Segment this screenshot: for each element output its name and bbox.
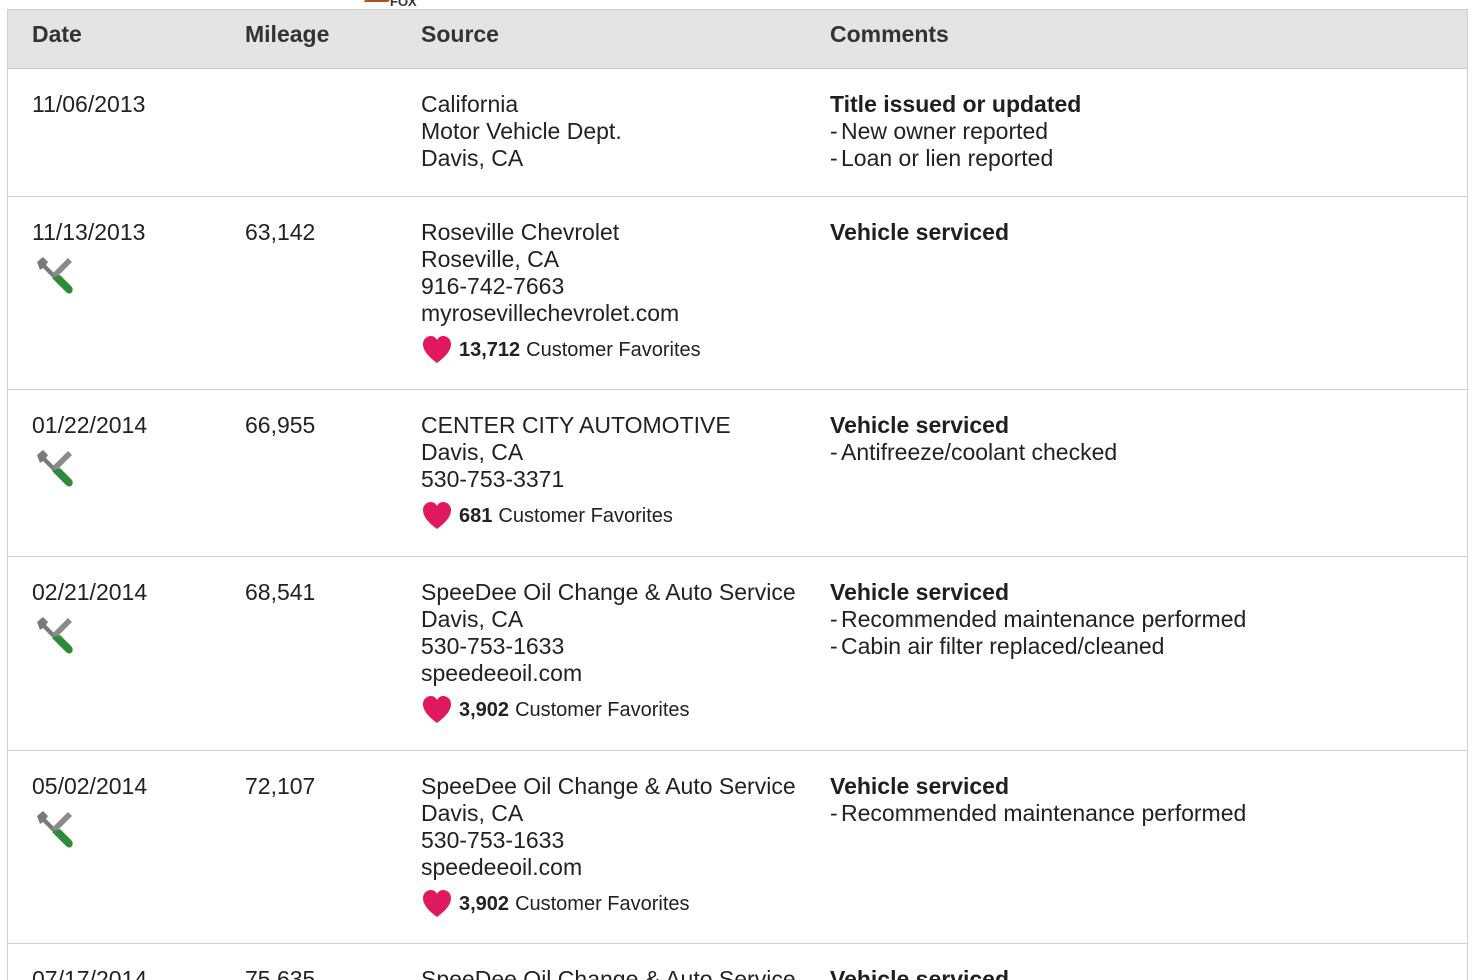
table-row: 11/06/2013 California Motor Vehicle Dept… <box>8 69 1467 197</box>
comment-item: - Cabin air filter replaced/cleaned <box>830 633 1165 659</box>
customer-favorites: 3,902 Customer Favorites <box>421 889 821 919</box>
row-comments: Title issued or updated - New owner repor… <box>830 91 1450 172</box>
table-row: 02/21/2014 68,541 SpeeDee Oil Change & A… <box>8 557 1467 751</box>
source-line: SpeeDee Oil Change & Auto Service <box>421 773 796 799</box>
source-line: 530-753-1633 <box>421 633 565 659</box>
comment-item: - New owner reported <box>830 118 1049 144</box>
wrench-screwdriver-icon <box>37 811 73 848</box>
source-line: CENTER CITY AUTOMOTIVE <box>421 412 731 438</box>
comment-item: - Recommended maintenance performed <box>830 606 1247 632</box>
row-date-cell: 05/02/2014 <box>32 773 147 852</box>
heart-icon <box>423 696 451 723</box>
customer-favorites: 681 Customer Favorites <box>421 501 821 531</box>
source-line: California <box>421 91 519 117</box>
row-date: 05/02/2014 <box>32 773 148 799</box>
source-line: myrosevillechevrolet.com <box>421 300 680 326</box>
customer-favorites: 13,712 Customer Favorites <box>421 335 821 365</box>
row-date: 11/06/2013 <box>32 91 146 117</box>
favorites-count: 681 <box>459 504 493 527</box>
row-source: SpeeDee Oil Change & Auto Service Davis,… <box>421 773 821 919</box>
header-date: Date <box>32 21 82 47</box>
source-line: SpeeDee Oil Change & Auto Service <box>421 966 796 980</box>
row-mileage: 66,955 <box>245 412 316 438</box>
row-date-cell: 11/13/2013 <box>32 219 145 298</box>
comment-title: Vehicle serviced <box>830 966 1010 980</box>
source-line: Davis, CA <box>421 606 524 632</box>
customer-favorites: 3,902 Customer Favorites <box>421 695 821 725</box>
row-comments: Vehicle serviced - Recommended maintenanc… <box>830 773 1450 827</box>
header-mileage: Mileage <box>245 21 330 47</box>
favorites-count: 13,712 <box>459 338 521 361</box>
row-comments: Vehicle serviced <box>830 966 1450 980</box>
row-source: CENTER CITY AUTOMOTIVE Davis, CA 530-753… <box>421 412 821 531</box>
wrench-screwdriver-icon <box>37 617 73 654</box>
row-mileage: 63,142 <box>245 219 316 245</box>
source-line: SpeeDee Oil Change & Auto Service <box>421 579 796 605</box>
comment-title: Vehicle serviced <box>830 579 1010 605</box>
heart-icon <box>423 336 451 363</box>
favorites-label: Customer Favorites <box>515 698 690 721</box>
comment-title: Vehicle serviced <box>830 773 1010 799</box>
table-row: 01/22/2014 66,955 CENTER CITY AUTOMOTIVE… <box>8 390 1467 557</box>
comment-title: Vehicle serviced <box>830 219 1010 245</box>
source-line: speedeeoil.com <box>421 660 583 686</box>
history-table: Date Mileage Source Comments 11/06/2013 … <box>7 9 1468 980</box>
row-mileage: 75,635 <box>245 966 316 980</box>
carfax-logo-fragment: FOX <box>364 0 417 8</box>
header-source: Source <box>421 21 499 47</box>
favorites-label: Customer Favorites <box>498 504 673 527</box>
row-date: 11/13/2013 <box>32 219 146 245</box>
heart-icon <box>423 890 451 917</box>
row-mileage: 68,541 <box>245 579 316 605</box>
source-line: Motor Vehicle Dept. <box>421 118 622 144</box>
source-line: Roseville Chevrolet <box>421 219 620 245</box>
favorites-count: 3,902 <box>459 698 510 721</box>
row-comments: Vehicle serviced - Recommended maintenanc… <box>830 579 1450 660</box>
row-source: California Motor Vehicle Dept. Davis, CA <box>421 91 821 172</box>
source-line: 530-753-3371 <box>421 466 565 492</box>
row-date: 07/17/2014 <box>32 966 148 980</box>
comment-item: - Recommended maintenance performed <box>830 800 1247 826</box>
heart-icon <box>423 502 451 529</box>
row-source: SpeeDee Oil Change & Auto Service <box>421 966 821 980</box>
table-row: 07/17/2014 75,635 SpeeDee Oil Change & A… <box>8 944 1467 980</box>
source-line: Roseville, CA <box>421 246 560 272</box>
source-line: 530-753-1633 <box>421 827 565 853</box>
row-source: Roseville Chevrolet Roseville, CA 916-74… <box>421 219 821 365</box>
source-line: Davis, CA <box>421 800 524 826</box>
wrench-screwdriver-icon <box>37 450 73 487</box>
comment-item: - Antifreeze/coolant checked <box>830 439 1118 465</box>
source-line: speedeeoil.com <box>421 854 583 880</box>
source-line: Davis, CA <box>421 145 524 171</box>
favorites-label: Customer Favorites <box>515 892 690 915</box>
row-source: SpeeDee Oil Change & Auto Service Davis,… <box>421 579 821 725</box>
favorites-label: Customer Favorites <box>526 338 701 361</box>
wrench-screwdriver-icon <box>37 257 73 294</box>
header-comments: Comments <box>830 21 949 47</box>
row-comments: Vehicle serviced - Antifreeze/coolant che… <box>830 412 1450 466</box>
row-comments: Vehicle serviced <box>830 219 1450 246</box>
row-date-cell: 02/21/2014 <box>32 579 147 658</box>
row-date: 01/22/2014 <box>32 412 148 438</box>
vehicle-history-page: FOX Date Mileage Source Comments 11/06/2… <box>0 0 1475 980</box>
source-line: 916-742-7663 <box>421 273 565 299</box>
table-row: 05/02/2014 72,107 SpeeDee Oil Change & A… <box>8 751 1467 944</box>
favorites-count: 3,902 <box>459 892 510 915</box>
row-date-cell: 01/22/2014 <box>32 412 147 491</box>
comment-title: Vehicle serviced <box>830 412 1010 438</box>
svg-text:FOX: FOX <box>390 0 417 8</box>
table-row: 11/13/2013 63,142 Roseville Chevrolet Ro… <box>8 197 1467 390</box>
source-line: Davis, CA <box>421 439 524 465</box>
row-date: 02/21/2014 <box>32 579 148 605</box>
table-header: Date Mileage Source Comments <box>8 10 1467 69</box>
comment-title: Title issued or updated <box>830 91 1082 117</box>
row-mileage: 72,107 <box>245 773 316 799</box>
comment-item: - Loan or lien reported <box>830 145 1054 171</box>
